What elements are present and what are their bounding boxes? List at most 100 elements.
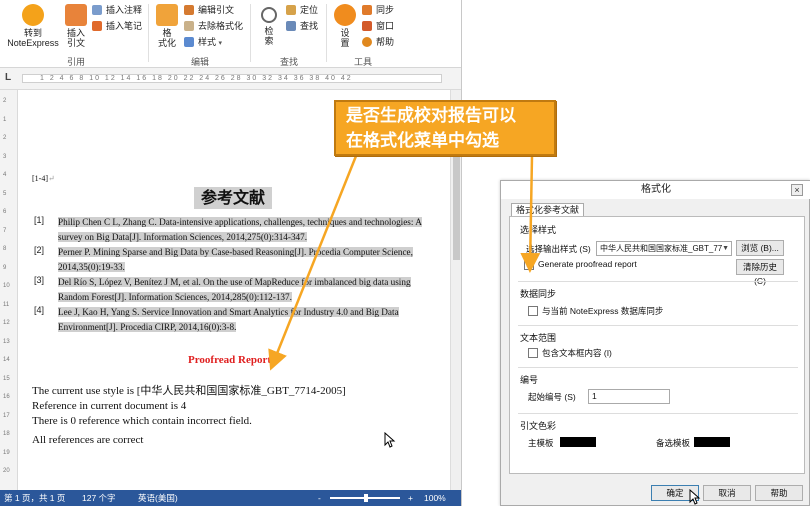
vertical-ruler-tick: 13: [3, 338, 10, 345]
section-divider: [518, 367, 798, 368]
edit-citation-label: 编辑引文: [198, 5, 235, 15]
include-textbox-checkbox[interactable]: [528, 348, 538, 358]
zoom-slider-knob[interactable]: [364, 494, 368, 502]
remove-format-button[interactable]: 去除格式化: [184, 20, 243, 32]
format-button[interactable]: 格 式化: [154, 4, 180, 48]
vertical-ruler-tick: 9: [3, 264, 7, 271]
locate-icon: [286, 5, 296, 15]
style-dropdown[interactable]: 样式 ▾: [184, 36, 222, 48]
reference-line: survey on Big Data[J]. Information Scien…: [58, 232, 308, 242]
browse-button[interactable]: 浏览 (B)...: [736, 240, 784, 256]
word-count[interactable]: 127 个字: [82, 490, 116, 506]
clear-history-button[interactable]: 清除历史 (C): [736, 259, 784, 286]
pencil-icon: [92, 21, 102, 31]
page-indicator[interactable]: 第 1 页，共 1 页: [4, 490, 65, 506]
insert-pen-note-label: 插入笔记: [106, 21, 143, 31]
generate-proofread-label: Generate proofread report: [538, 259, 637, 269]
start-number-input[interactable]: 1: [588, 389, 670, 404]
search-icon: [261, 7, 277, 23]
search-button[interactable]: 检 索: [256, 4, 282, 46]
goto-noteexpress-button[interactable]: 转到 NoteExpress: [4, 4, 62, 48]
vertical-ruler-tick: 15: [3, 375, 10, 382]
help-label: 帮助: [376, 37, 395, 47]
vertical-ruler-tick: 2: [3, 98, 7, 104]
ribbon-divider: [250, 4, 251, 62]
chevron-down-icon: ▼: [722, 245, 729, 252]
cancel-button[interactable]: 取消: [703, 485, 751, 501]
style-label: 样式: [198, 37, 217, 47]
tab-selector[interactable]: L: [5, 72, 17, 84]
include-textbox-label: 包含文本框内容 (I): [542, 348, 612, 358]
format-icon: [156, 4, 178, 26]
edit-citation-button[interactable]: 编辑引文: [184, 4, 234, 16]
find-label: 查找: [300, 21, 319, 31]
gear-icon: [334, 4, 356, 26]
group-find-label: 查找: [279, 57, 298, 67]
ruler-ticks: 1 2 4 6 8 10 12 14 16 18 20 22 24 26 28 …: [40, 75, 353, 82]
vertical-ruler-tick: 11: [3, 301, 10, 308]
sync-icon: [362, 5, 372, 15]
horizontal-ruler[interactable]: L 1 2 4 6 8 10 12 14 16 18 20 22 24 26 2…: [0, 68, 461, 90]
window-button[interactable]: 窗口: [362, 20, 394, 32]
help-button[interactable]: 帮助: [362, 36, 394, 48]
all-correct-line: All references are correct: [32, 434, 144, 446]
locate-button[interactable]: 定位: [286, 4, 318, 16]
style-line: The current use style is [中华人民共和国国家标准_GB…: [32, 385, 346, 397]
reference-item[interactable]: Perner P. Mining Sparse and Big Data by …: [58, 245, 434, 275]
reference-item[interactable]: Philip Chen C L, Zhang C. Data-intensive…: [58, 215, 434, 245]
insert-pen-note-button[interactable]: 插入笔记: [92, 20, 142, 32]
vertical-ruler[interactable]: 2 1 2 3 4 5 6 7 8 9 10 11 12 13 14 15 16 17 18 19 20: [0, 90, 18, 490]
insert-citation-button[interactable]: 插入 引文: [62, 4, 90, 48]
callout-line-2: 在格式化菜单中勾选: [346, 131, 499, 151]
language-indicator[interactable]: 英语(美国): [138, 490, 178, 506]
style-icon: [184, 37, 194, 47]
zoom-level[interactable]: 100%: [424, 490, 446, 506]
vertical-ruler-tick: 20: [3, 468, 10, 474]
section-divider: [518, 413, 798, 414]
style-select-value: 中华人民共和国国家标准_GBT_77: [600, 244, 723, 253]
insert-note-button[interactable]: 插入注释: [92, 4, 142, 16]
vertical-ruler-tick: 12: [3, 320, 10, 326]
dialog-title: 格式化: [501, 181, 810, 199]
vertical-ruler-tick: 2: [3, 135, 7, 141]
alt-template-color-swatch[interactable]: [694, 437, 730, 447]
zoom-in-button[interactable]: +: [408, 490, 413, 506]
tab-format-references[interactable]: 格式化参考文献: [511, 203, 585, 217]
goto-noteexpress-label: 转到 NoteExpress: [7, 28, 59, 48]
group-tools-label: 工具: [353, 57, 372, 67]
sync-button[interactable]: 同步: [362, 4, 394, 16]
section-divider: [518, 325, 798, 326]
zoom-out-button[interactable]: -: [318, 490, 321, 506]
sync-database-checkbox[interactable]: [528, 306, 538, 316]
generate-proofread-checkbox[interactable]: ✓: [524, 260, 534, 270]
vertical-ruler-tick: 5: [3, 190, 7, 197]
alt-template-label: 备选模板: [656, 438, 691, 448]
find-button[interactable]: 查找: [286, 20, 318, 32]
insert-note-label: 插入注释: [106, 5, 143, 15]
reference-index: [3]: [34, 275, 45, 285]
word-window: 转到 NoteExpress 插入 引文 插入注释 插入笔记 引用 格 式化 编…: [0, 0, 462, 506]
reference-count-line: Reference in current document is 4: [32, 400, 187, 412]
main-template-color-swatch[interactable]: [560, 437, 596, 447]
noteexpress-icon: [22, 4, 44, 26]
style-select[interactable]: 中华人民共和国国家标准_GBT_77 ▼: [596, 241, 732, 256]
reference-index: [4]: [34, 305, 45, 315]
incorrect-field-line: There is 0 reference which contain incor…: [32, 415, 252, 427]
edit-citation-icon: [184, 5, 194, 15]
vertical-ruler-tick: 14: [3, 357, 10, 363]
group-edit-label: 编辑: [190, 57, 209, 67]
remove-format-label: 去除格式化: [198, 21, 244, 31]
reference-line: Philip Chen C L, Zhang C. Data-intensive…: [58, 217, 422, 227]
reference-item[interactable]: Lee J, Kao H, Yang S. Service Innovation…: [58, 305, 434, 335]
help-dialog-button[interactable]: 帮助: [755, 485, 803, 501]
reference-index: [1]: [34, 215, 45, 225]
settings-button[interactable]: 设 置: [332, 4, 358, 48]
annotation-callout: 是否生成校对报告可以 在格式化菜单中勾选: [334, 100, 556, 156]
close-icon[interactable]: ×: [791, 184, 803, 196]
section-citation-color: 引文色彩: [520, 421, 557, 431]
search-label: 检 索: [264, 26, 274, 46]
mouse-pointer-icon: [689, 489, 701, 505]
reference-line: Del Río S, López V, Benítez J M, et al. …: [58, 277, 411, 287]
section-text-range: 文本范围: [520, 333, 557, 343]
reference-item[interactable]: Del Río S, López V, Benítez J M, et al. …: [58, 275, 434, 305]
